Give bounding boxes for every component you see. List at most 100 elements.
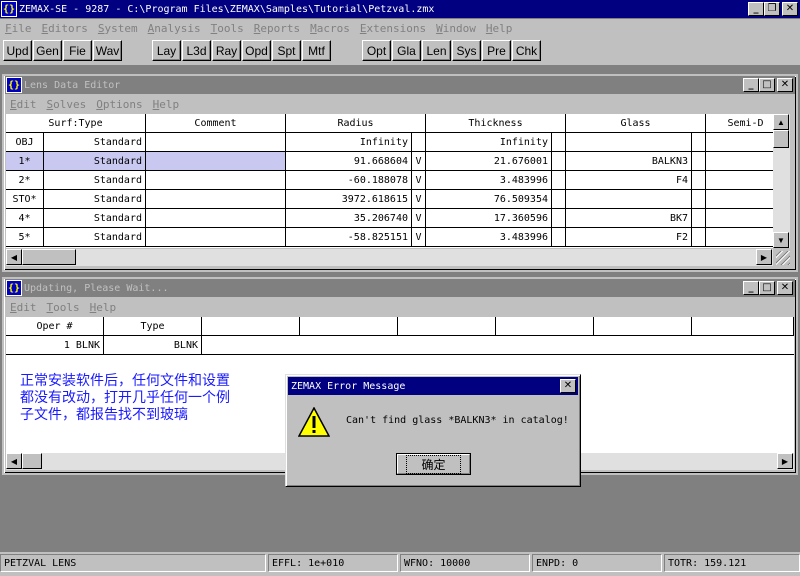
l3d-button[interactable]: L3d (182, 40, 211, 61)
scroll-left-icon[interactable]: ◀ (6, 249, 22, 265)
pre-button[interactable]: Pre (482, 40, 511, 61)
hscroll-thumb[interactable] (22, 453, 42, 469)
comment-cell[interactable] (146, 171, 286, 190)
lay-button[interactable]: Lay (152, 40, 181, 61)
lens-editor-titlebar[interactable]: {} Lens Data Editor _ □ ✕ (5, 76, 795, 94)
glass-solve-cell[interactable] (692, 209, 706, 228)
operand-type[interactable]: BLNK (104, 336, 202, 355)
spt-button[interactable]: Spt (272, 40, 301, 61)
thickness-solve-cell[interactable] (552, 209, 566, 228)
merit-editor-titlebar[interactable]: {} Updating, Please Wait... _ □ ✕ (5, 279, 795, 297)
resize-grip-icon[interactable] (776, 251, 790, 265)
thickness-solve-cell[interactable] (552, 171, 566, 190)
ok-button[interactable]: 确定 (396, 453, 471, 475)
upd-button[interactable]: Upd (3, 40, 32, 61)
zemax-app-icon[interactable]: {} (1, 1, 17, 17)
radius-cell[interactable]: -60.188078 (286, 171, 412, 190)
error-dialog-titlebar[interactable]: ZEMAX Error Message ✕ (288, 377, 578, 395)
surface-number[interactable]: 1* (6, 152, 44, 171)
menu-window[interactable]: Window (436, 22, 476, 35)
menu-help[interactable]: Help (486, 22, 513, 35)
thickness-cell[interactable]: 21.676001 (426, 152, 552, 171)
menu-tools[interactable]: Tools (211, 22, 244, 35)
col-header-glass[interactable]: Glass (566, 114, 706, 133)
menu-macros[interactable]: Macros (310, 22, 350, 35)
menu-reports[interactable]: Reports (254, 22, 300, 35)
thickness-solve-cell[interactable] (552, 228, 566, 247)
col-header-surf-type[interactable]: Surf:Type (6, 114, 146, 133)
semi-diameter-cell[interactable] (706, 133, 773, 152)
opt-button[interactable]: Opt (362, 40, 391, 61)
glass-cell[interactable]: F2 (566, 228, 692, 247)
glass-cell[interactable] (566, 133, 692, 152)
radius-cell[interactable]: -58.825151 (286, 228, 412, 247)
surface-type[interactable]: Standard (44, 209, 146, 228)
comment-cell[interactable] (146, 209, 286, 228)
glass-solve-cell[interactable] (692, 152, 706, 171)
chk-button[interactable]: Chk (512, 40, 541, 61)
radius-cell[interactable]: 3972.618615 (286, 190, 412, 209)
merit-menu-edit[interactable]: Edit (10, 301, 37, 314)
scroll-right-icon[interactable]: ▶ (756, 249, 772, 265)
close-icon[interactable]: ✕ (777, 78, 793, 92)
surface-number[interactable]: 5* (6, 228, 44, 247)
surface-type[interactable]: Standard (44, 133, 146, 152)
col-header-semi-diameter[interactable]: Semi-D (706, 114, 773, 133)
minimize-icon[interactable]: _ (748, 2, 764, 16)
col-header-comment[interactable]: Comment (146, 114, 286, 133)
col-header-blank[interactable] (496, 317, 594, 336)
restore-icon[interactable]: ❐ (764, 2, 780, 16)
col-header-thickness[interactable]: Thickness (426, 114, 566, 133)
surface-number[interactable]: OBJ (6, 133, 44, 152)
radius-solve-cell[interactable]: V (412, 209, 426, 228)
col-header-blank[interactable] (398, 317, 496, 336)
scroll-left-icon[interactable]: ◀ (6, 453, 22, 469)
radius-solve-cell[interactable]: V (412, 190, 426, 209)
menu-extensions[interactable]: Extensions (360, 22, 426, 35)
semi-diameter-cell[interactable]: 2 (706, 228, 773, 247)
sys-button[interactable]: Sys (452, 40, 481, 61)
minimize-icon[interactable]: _ (743, 78, 759, 92)
semi-diameter-cell[interactable]: 2 (706, 209, 773, 228)
radius-cell[interactable]: 91.668604 (286, 152, 412, 171)
close-icon[interactable]: ✕ (560, 379, 576, 393)
col-header-radius[interactable]: Radius (286, 114, 426, 133)
radius-solve-cell[interactable]: V (412, 171, 426, 190)
glass-cell[interactable]: F4 (566, 171, 692, 190)
scroll-thumb[interactable] (773, 130, 789, 148)
opd-button[interactable]: Opd (242, 40, 271, 61)
glass-solve-cell[interactable] (692, 171, 706, 190)
radius-solve-cell[interactable]: V (412, 228, 426, 247)
glass-solve-cell[interactable] (692, 133, 706, 152)
close-icon[interactable]: ✕ (777, 281, 793, 295)
semi-diameter-cell[interactable]: 2 (706, 152, 773, 171)
hscroll-thumb[interactable] (22, 249, 76, 265)
col-header-type[interactable]: Type (104, 317, 202, 336)
thickness-cell[interactable]: 76.509354 (426, 190, 552, 209)
minimize-icon[interactable]: _ (743, 281, 759, 295)
lens-menu-edit[interactable]: Edit (10, 98, 37, 111)
glass-cell[interactable]: BALKN3 (566, 152, 692, 171)
menu-editors[interactable]: Editors (42, 22, 88, 35)
wav-button[interactable]: Wav (93, 40, 122, 61)
thickness-cell[interactable]: Infinity (426, 133, 552, 152)
glass-cell[interactable]: BK7 (566, 209, 692, 228)
scroll-up-icon[interactable]: ▲ (773, 114, 789, 130)
menu-file[interactable]: File (5, 22, 32, 35)
radius-solve-cell[interactable]: V (412, 152, 426, 171)
surface-type[interactable]: Standard (44, 152, 146, 171)
lens-menu-options[interactable]: Options (96, 98, 142, 111)
merit-editor-app-icon[interactable]: {} (6, 280, 22, 296)
radius-solve-cell[interactable] (412, 133, 426, 152)
mtf-button[interactable]: Mtf (302, 40, 331, 61)
thickness-solve-cell[interactable] (552, 152, 566, 171)
surface-type[interactable]: Standard (44, 228, 146, 247)
ray-button[interactable]: Ray (212, 40, 241, 61)
fie-button[interactable]: Fie (63, 40, 92, 61)
ok-button-face[interactable]: 确定 (397, 454, 470, 474)
col-header-blank[interactable] (300, 317, 398, 336)
col-header-blank[interactable] (692, 317, 794, 336)
surface-type[interactable]: Standard (44, 190, 146, 209)
radius-cell[interactable]: 35.206740 (286, 209, 412, 228)
menu-system[interactable]: System (98, 22, 138, 35)
